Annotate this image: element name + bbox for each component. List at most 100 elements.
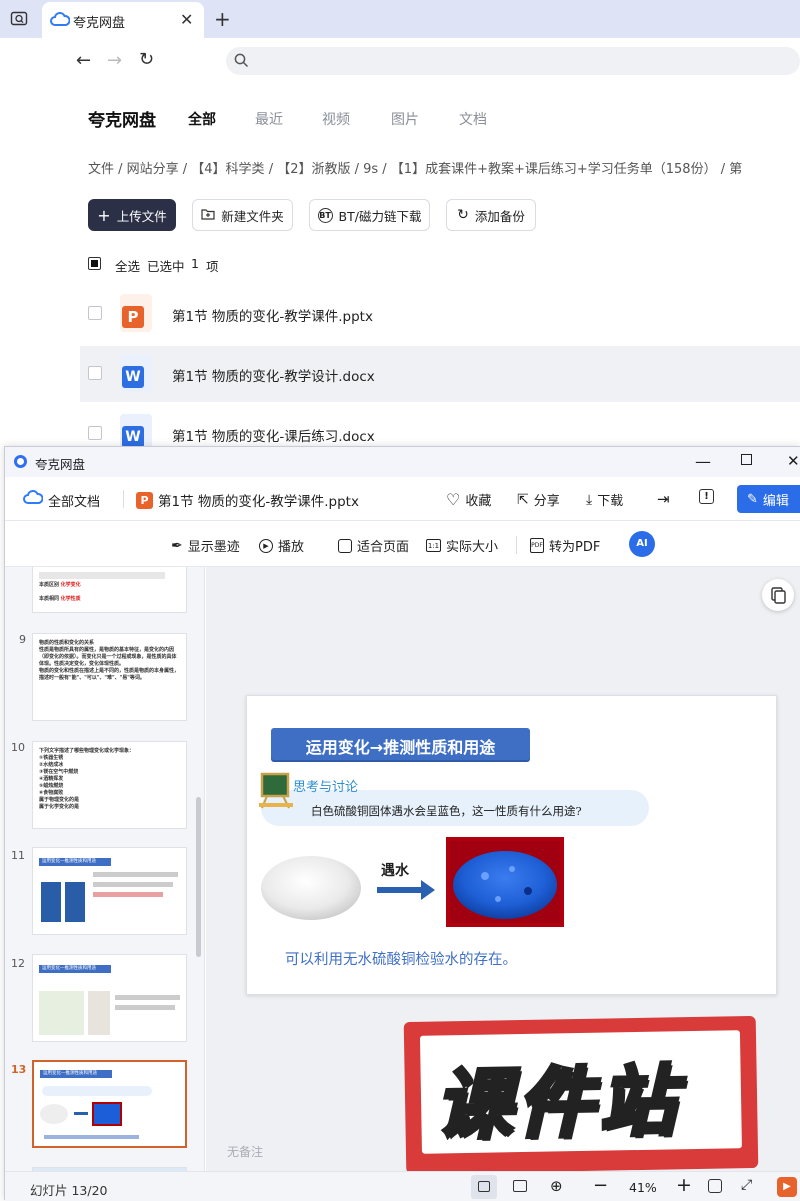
- selected-count: 1: [191, 256, 199, 271]
- upload-button[interactable]: + 上传文件: [88, 199, 176, 231]
- thumb-bubble: [42, 1086, 152, 1096]
- feedback-icon[interactable]: !: [699, 489, 714, 504]
- open-external-icon[interactable]: ⇥: [657, 490, 670, 508]
- heart-icon: ♡: [446, 490, 461, 509]
- tab-close-icon[interactable]: ✕: [180, 10, 193, 29]
- share-button[interactable]: ⇱ 分享: [517, 490, 560, 510]
- fit-icon: [338, 538, 352, 553]
- thumb-text: 化学性质: [60, 596, 81, 602]
- slide-counter: 幻灯片 13/20: [30, 1183, 108, 1198]
- slide-thumbnail-10[interactable]: 下列文字描述了哪些物理变化或化学现象： ①铁器生锈 ②水结成冰 ③镁在空气中燃烧…: [32, 741, 187, 829]
- breadcrumb[interactable]: 文件 / 网站分享 / 【4】科学类 / 【2】浙教版 / 9s / 【1】成套…: [88, 158, 742, 177]
- convert-pdf-button[interactable]: PDF 转为PDF: [530, 536, 600, 555]
- viewer-tool-bar: ✒ 显示墨迹 ▶ 播放 适合页面 1:1 实际大小 PDF 转为PDF AI: [5, 521, 800, 567]
- slide-thumbnail-13[interactable]: 运用变化—推测性质和用途: [32, 1060, 187, 1148]
- backup-icon: ↻: [457, 207, 469, 223]
- all-docs-label: 全部文档: [48, 494, 101, 510]
- thumb-line: [93, 892, 163, 897]
- zoom-out-icon[interactable]: −: [593, 1175, 608, 1196]
- thumb-text: 物质的性质和变化的关系 性质是物质所具有的属性，是物质的基本特征，是变化的内因（…: [39, 640, 180, 681]
- tab-recent[interactable]: 最近: [255, 109, 283, 129]
- close-icon[interactable]: ✕: [787, 452, 800, 470]
- selected-label: 已选中: [147, 259, 185, 274]
- slide-thumbnail-panel[interactable]: 本质区别 化学变化 本质相同 化学性质 9 物质的性质和变化的关系 性质是物质所…: [5, 567, 205, 1171]
- actual-size-label: 实际大小: [446, 540, 499, 555]
- tab-all[interactable]: 全部: [188, 109, 216, 129]
- file-checkbox[interactable]: [88, 426, 102, 440]
- document-viewer-window: 夸克网盘 — ✕ 全部文档 P 第1节 物质的变化-教学课件.pptx ♡ 收藏 …: [4, 446, 800, 1201]
- all-docs-button[interactable]: 全部文档: [23, 489, 101, 510]
- globe-icon[interactable]: ⊕: [550, 1177, 563, 1195]
- doc-title: P 第1节 物质的变化-教学课件.pptx: [136, 490, 359, 510]
- zoom-in-icon[interactable]: +: [676, 1174, 692, 1196]
- minimize-icon[interactable]: —: [695, 452, 711, 471]
- thumb-text: 化学变化: [60, 582, 81, 588]
- cloud-logo-icon: [23, 489, 44, 510]
- tab-title: 夸克网盘: [73, 16, 126, 31]
- tab-video[interactable]: 视频: [322, 109, 350, 129]
- select-all-label[interactable]: 全选: [115, 256, 140, 275]
- actual-size-button[interactable]: 1:1 实际大小: [426, 536, 498, 555]
- slide-thumbnail-11[interactable]: 运用变化—推测性质和用途: [32, 847, 187, 935]
- selected-unit: 项: [206, 259, 219, 274]
- slide-number: 10: [11, 741, 25, 754]
- app-logo: 夸克网盘: [88, 111, 156, 131]
- normal-view-icon[interactable]: [471, 1175, 497, 1199]
- forward-icon[interactable]: →: [107, 50, 122, 71]
- think-label: 思考与讨论: [293, 780, 359, 795]
- file-row[interactable]: W 第1节 物质的变化-教学设计.docx: [80, 346, 800, 402]
- tab-document[interactable]: 文档: [459, 109, 487, 129]
- add-backup-button[interactable]: ↻ 添加备份: [446, 199, 536, 231]
- file-checkbox[interactable]: [88, 366, 102, 380]
- new-folder-button[interactable]: 新建文件夹: [192, 199, 293, 231]
- slide-thumbnail-12[interactable]: 运用变化—推测性质和用途: [32, 954, 187, 1042]
- feather-icon: ✒: [171, 537, 183, 554]
- slide-thumbnail-9[interactable]: 物质的性质和变化的关系 性质是物质所具有的属性，是物质的基本特征，是变化的内因（…: [32, 633, 187, 721]
- maximize-icon[interactable]: [741, 454, 752, 465]
- file-name[interactable]: 第1节 物质的变化-教学课件.pptx: [172, 305, 373, 325]
- favorite-button[interactable]: ♡ 收藏: [446, 490, 491, 509]
- actual-size-icon: 1:1: [426, 539, 441, 552]
- zoom-level[interactable]: 41%: [629, 1180, 657, 1195]
- slide-canvas[interactable]: 运用变化→推测性质和用途 思考与讨论 白色硫酸铜固体遇水会呈蓝色，这一性质有什么…: [206, 567, 800, 1171]
- thumb-line: [93, 882, 173, 887]
- play-button[interactable]: ▶ 播放: [259, 536, 304, 555]
- file-name[interactable]: 第1节 物质的变化-教学设计.docx: [172, 365, 375, 385]
- slideshow-play-icon[interactable]: ▶: [777, 1177, 797, 1197]
- pptx-file-icon: P: [120, 294, 152, 332]
- show-ink-button[interactable]: ✒ 显示墨迹: [171, 536, 240, 556]
- toolbar-divider: [123, 490, 124, 508]
- thumb-text: 本质区别: [39, 582, 60, 588]
- fullscreen-icon[interactable]: ⤢: [741, 1177, 752, 1193]
- ai-icon[interactable]: AI: [629, 531, 655, 557]
- viewer-header-toolbar: 全部文档 P 第1节 物质的变化-教学课件.pptx ♡ 收藏 ⇱ 分享 ⤓ 下载 ⇥…: [5, 477, 800, 521]
- white-powder-image: [259, 840, 363, 924]
- bt-download-button[interactable]: BT BT/磁力链下载: [309, 199, 430, 231]
- browser-tab[interactable]: 夸克网盘 ✕: [42, 2, 204, 38]
- thumb-line: [44, 1135, 139, 1139]
- search-icon: [234, 53, 249, 72]
- tab-image[interactable]: 图片: [391, 109, 419, 129]
- copy-icon[interactable]: [762, 579, 794, 611]
- slide-thumbnail-8[interactable]: 本质区别 化学变化 本质相同 化学性质: [32, 567, 187, 613]
- notes-placeholder[interactable]: 无备注: [227, 1143, 263, 1160]
- back-icon[interactable]: ←: [76, 50, 91, 71]
- download-label: 下载: [597, 494, 624, 509]
- fit-page-button[interactable]: 适合页面: [338, 536, 409, 555]
- reload-icon[interactable]: ↻: [139, 49, 154, 70]
- fit-window-icon[interactable]: [708, 1179, 722, 1193]
- quark-logo-icon: [14, 455, 27, 468]
- tab-search-icon[interactable]: [10, 10, 28, 28]
- select-all-checkbox[interactable]: [88, 257, 101, 270]
- new-tab-icon[interactable]: +: [214, 7, 231, 31]
- address-bar[interactable]: [226, 47, 800, 75]
- thumbnail-scrollbar[interactable]: [196, 797, 201, 957]
- conclusion-text: 可以利用无水硫酸铜检验水的存在。: [285, 952, 517, 968]
- file-checkbox[interactable]: [88, 306, 102, 320]
- edit-button[interactable]: ✎ 编辑: [737, 485, 800, 513]
- file-name[interactable]: 第1节 物质的变化-课后练习.docx: [172, 425, 375, 445]
- notes-view-icon[interactable]: [513, 1180, 527, 1192]
- download-button[interactable]: ⤓ 下载: [586, 490, 624, 510]
- thumb-image: [65, 882, 85, 922]
- file-row[interactable]: P 第1节 物质的变化-教学课件.pptx: [80, 286, 800, 342]
